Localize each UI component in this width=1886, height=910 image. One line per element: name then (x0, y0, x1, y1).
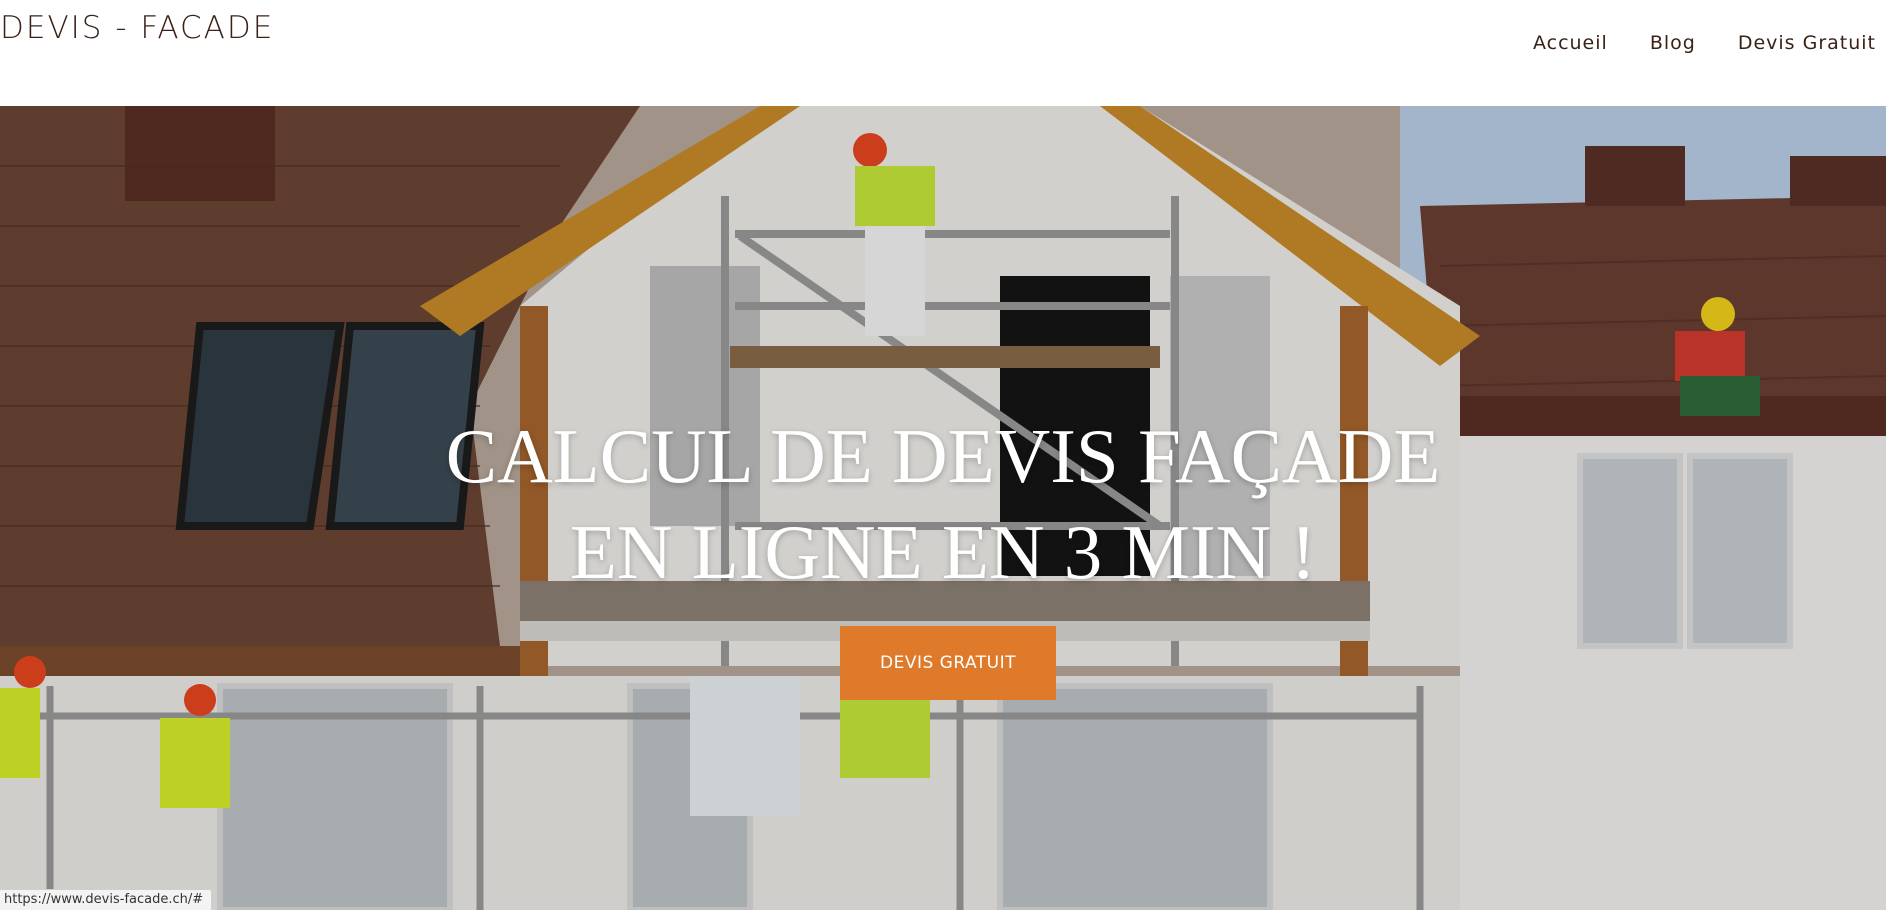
site-logo[interactable]: DEVIS - FACADE (0, 10, 274, 46)
hero-title-line-1: CALCUL DE DEVIS FAÇADE (445, 413, 1441, 499)
main-nav: Accueil Blog Devis Gratuit (1533, 32, 1876, 54)
nav-link-blog[interactable]: Blog (1650, 32, 1696, 54)
hero-section: CALCUL DE DEVIS FAÇADE EN LIGNE EN 3 MIN… (0, 106, 1886, 910)
nav-link-devis-gratuit[interactable]: Devis Gratuit (1738, 32, 1876, 54)
nav-link-accueil[interactable]: Accueil (1533, 32, 1608, 54)
status-bar-url: https://www.devis-facade.ch/# (0, 889, 213, 910)
devis-gratuit-button[interactable]: DEVIS GRATUIT (840, 626, 1056, 700)
hero-title-line-2: EN LIGNE EN 3 MIN ! (569, 509, 1317, 595)
site-header: DEVIS - FACADE Accueil Blog Devis Gratui… (0, 0, 1886, 106)
